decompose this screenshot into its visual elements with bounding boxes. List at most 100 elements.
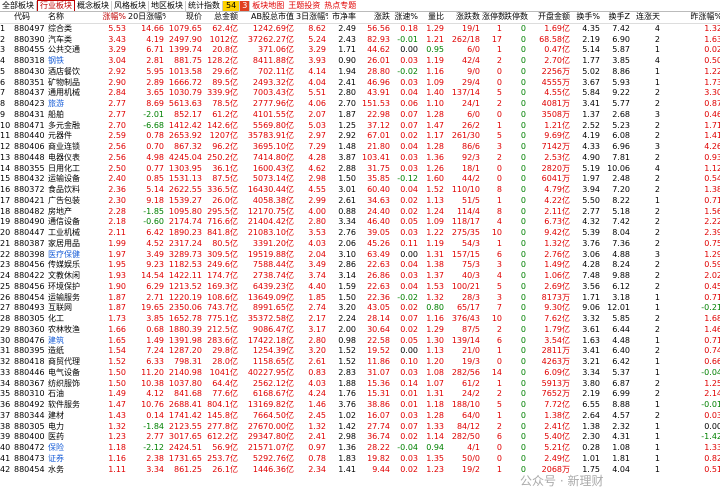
- table-row[interactable]: 1 880497 综合类 5.53 14.66 1079.65 62.4亿 1242.69亿 8…: [0, 23, 720, 34]
- table-row[interactable]: 9 880431 船舶 2.77 -2.01 852.17 61.2亿 4101.55亿 2.0…: [0, 110, 720, 121]
- column-header-1[interactable]: 代码: [14, 12, 48, 24]
- tab-concept-boards[interactable]: 概念板块: [75, 0, 112, 11]
- table-row[interactable]: 6 880351 矿物制品 2.90 2.89 1666.72 89.5亿 2493.32亿 4…: [0, 78, 720, 89]
- table-row[interactable]: 21 880387 家居用品 1.99 4.52 2317.24 80.5亿 3391.20亿…: [0, 239, 720, 250]
- column-header-14[interactable]: 涨停数: [482, 12, 504, 24]
- cell-13: 92/3: [462, 152, 480, 162]
- column-header-12[interactable]: 量比: [420, 12, 446, 24]
- table-row[interactable]: 8 880423 旅游 2.77 8.69 5613.63 78.5亿 2777.96亿 4.0…: [0, 99, 720, 110]
- cell-4: -6.68: [143, 120, 164, 130]
- tab-industry-boards[interactable]: 行业板块: [37, 0, 75, 11]
- tab-region-boards[interactable]: 地区板块: [149, 0, 186, 11]
- cell-0: 32: [0, 357, 11, 366]
- table-row[interactable]: 12 880406 商业连锁 2.56 0.70 867.32 96.2亿 3695.10亿 7…: [0, 142, 720, 153]
- table-row[interactable]: 16 880372 食品饮料 2.36 5.14 2622.55 336.5亿 16430.4…: [0, 185, 720, 196]
- table-row[interactable]: 40 880472 保险 1.18 -2.12 2424.51 56.9亿 21571.07亿…: [0, 443, 720, 454]
- table-row[interactable]: 37 880344 建材 1.43 0.14 1741.42 145.8亿 7664.50亿 2…: [0, 411, 720, 422]
- table-row[interactable]: 34 880367 纺织服饰 1.50 10.38 1037.80 64.4亿 2562.12…: [0, 379, 720, 390]
- table-row[interactable]: 11 880440 元器件 2.59 0.78 2653.92 1207亿 35783.91亿…: [0, 131, 720, 142]
- cell-18: 4.57: [612, 410, 630, 420]
- table-row[interactable]: 23 880456 传媒娱乐 1.95 9.23 1182.53 249.6亿 7588.44…: [0, 260, 720, 271]
- column-header-5[interactable]: 现价: [166, 12, 204, 24]
- column-header-19[interactable]: 连涨天: [632, 12, 662, 24]
- cell-6: 277.8亿: [207, 421, 238, 431]
- table-row[interactable]: 15 880432 运输设备 2.40 0.85 1531.13 87.5亿 5073.14亿…: [0, 174, 720, 185]
- column-header-4[interactable]: 20日涨幅%: [128, 12, 166, 24]
- cell-18: 5.77: [612, 99, 630, 108]
- table-row[interactable]: 27 880493 互联网 1.87 19.65 2350.06 743.7亿 8991.65…: [0, 303, 720, 314]
- tab-stat-index[interactable]: 统计指数: [186, 0, 223, 11]
- tab-board-map[interactable]: 板块地图: [250, 1, 286, 11]
- cell-10: 22.98: [367, 109, 390, 119]
- cell-8: 4.24: [308, 389, 326, 399]
- column-header-13[interactable]: 涨跌数: [446, 12, 482, 24]
- cell-15: 0: [520, 303, 526, 313]
- cell-6: 29.6亿: [212, 66, 238, 76]
- column-header-16[interactable]: 开盘金额: [528, 12, 572, 24]
- table-row[interactable]: 24 880422 文教休闲 1.93 14.54 1422.11 174.7亿 2738.7…: [0, 271, 720, 282]
- table-row[interactable]: 22 880398 医疗保健 1.97 3.49 3289.73 309.5亿 19519.8…: [0, 250, 720, 261]
- table-row[interactable]: 20 880447 工业机械 2.11 6.42 1890.23 841.8亿 21083.1…: [0, 228, 720, 239]
- cell-15: 0: [520, 66, 526, 76]
- table-row[interactable]: 5 880430 酒店餐饮 2.92 5.95 1013.58 29.6亿 702.11亿 4.…: [0, 67, 720, 78]
- table-row[interactable]: 42 880454 水务 1.11 3.34 861.25 26.1亿 1446.36亿 2.3…: [0, 465, 720, 476]
- table-row[interactable]: 35 880310 石油 1.49 4.12 841.68 77.6亿 6168.67亿 4.2…: [0, 389, 720, 400]
- cell-2: 医药: [48, 432, 64, 442]
- table-row[interactable]: 38 880305 电力 1.32 -1.84 2123.55 277.8亿 27670.00…: [0, 422, 720, 433]
- table-row[interactable]: 28 880305 化工 1.73 3.85 1652.78 775.1亿 35372.58亿…: [0, 314, 720, 325]
- column-header-7[interactable]: AB股总市值: [240, 12, 296, 24]
- table-row[interactable]: 31 880395 造纸 1.54 7.24 1287.20 29.8亿 1254.39亿 3.…: [0, 346, 720, 357]
- cell-2: 通用机械: [48, 88, 80, 98]
- column-header-18[interactable]: 换手Z: [602, 12, 632, 24]
- cell-19: 2: [654, 152, 660, 162]
- cell-6: 339.9亿: [207, 88, 238, 98]
- cell-18: 7.36: [612, 238, 630, 248]
- column-header-11[interactable]: 涨速%: [392, 12, 420, 24]
- table-row[interactable]: 3 880455 公共交通 3.29 6.71 1399.74 20.8亿 371.06亿 3.…: [0, 45, 720, 56]
- column-header-6[interactable]: 总金额: [204, 12, 240, 24]
- cell-19: 1: [654, 367, 660, 377]
- table-row[interactable]: 13 880448 电器仪表 2.56 4.98 4245.04 250.2亿 7414.80…: [0, 153, 720, 164]
- table-row[interactable]: 10 880471 多元金融 2.70 -6.68 1412.42 142.6亿 5569.8…: [0, 121, 720, 132]
- table-row[interactable]: 33 880446 电气设备 1.50 11.20 2140.98 1041亿 40227.9…: [0, 368, 720, 379]
- column-header-17[interactable]: 换手%: [572, 12, 602, 24]
- table-row[interactable]: 36 880492 软件服务 1.47 10.76 2688.41 804.1亿 13169.…: [0, 400, 720, 411]
- column-header-15[interactable]: 跌停数: [504, 12, 528, 24]
- tab-count-badge[interactable]: 54: [223, 0, 241, 11]
- column-header-9[interactable]: 市净率: [328, 12, 358, 24]
- table-row[interactable]: 30 880476 建筑 1.65 1.49 1391.98 283.6亿 17422.18亿…: [0, 336, 720, 347]
- cell-7: 21083.10亿: [247, 228, 294, 237]
- cell-14: 0: [496, 66, 502, 76]
- table-row[interactable]: 32 880418 商贸代理 1.52 6.33 798.31 28.0亿 1158.65亿 2…: [0, 357, 720, 368]
- table-row[interactable]: 41 880473 证券 1.16 2.38 1731.65 253.7亿 5292.76亿 0…: [0, 454, 720, 465]
- column-header-20[interactable]: 昨涨幅%: [662, 12, 720, 24]
- tab-theme-invest[interactable]: 王题投资: [286, 1, 322, 11]
- tab-all-boards[interactable]: 全部板块: [0, 0, 37, 11]
- cell-6: 26.0亿: [212, 195, 238, 205]
- tab-count-badge-2[interactable]: 3: [240, 0, 251, 11]
- table-row[interactable]: 4 880318 钢铁 3.04 2.81 881.75 128.2亿 8411.88亿 3.9…: [0, 56, 720, 67]
- tab-style-boards[interactable]: 风格板块: [112, 0, 149, 11]
- cell-0: 2: [0, 34, 6, 44]
- table-row[interactable]: 14 880355 日用化工 2.50 0.77 1303.95 36.1亿 1600.43亿…: [0, 164, 720, 175]
- table-row[interactable]: 39 880400 医药 1.23 2.77 3017.65 612.2亿 29347.80亿…: [0, 432, 720, 443]
- table-row[interactable]: 18 880482 房地产 2.28 -1.85 1095.80 295.5亿 12170.7…: [0, 207, 720, 218]
- column-header-3[interactable]: 涨幅%: [100, 12, 128, 24]
- column-header-0[interactable]: [0, 12, 14, 24]
- table-row[interactable]: 25 880456 环境保护 1.90 6.29 1213.52 169.3亿 6439.23…: [0, 282, 720, 293]
- table-row[interactable]: 17 880421 广告包装 2.30 9.18 1539.27 26.0亿 4058.38亿…: [0, 196, 720, 207]
- column-header-10[interactable]: 涨跌: [358, 12, 392, 24]
- cell-16: 2.76亿: [544, 249, 570, 259]
- column-header-2[interactable]: 名称: [48, 12, 100, 24]
- cell-1: 880367: [14, 378, 45, 388]
- column-header-8[interactable]: 3日涨幅%: [296, 12, 328, 24]
- table-row[interactable]: 26 880454 运输服务 1.87 2.71 1220.19 108.6亿 13649.0…: [0, 293, 720, 304]
- cell-2: 旅游: [48, 99, 64, 108]
- cell-7: 13169.82亿: [247, 400, 294, 409]
- tab-hot-topics[interactable]: 热点专题: [322, 1, 358, 11]
- table-row[interactable]: 2 880390 汽车类 3.43 4.19 2497.90 1012亿 37262.27亿 5…: [0, 35, 720, 46]
- table-row[interactable]: 19 880490 通信设备 2.18 -0.60 2174.74 716.6亿 21404.…: [0, 217, 720, 228]
- cell-13: 86/6: [462, 142, 480, 151]
- table-row[interactable]: 29 880360 农林牧渔 1.66 0.68 1880.39 212.5亿 9086.47…: [0, 325, 720, 336]
- table-row[interactable]: 7 880437 通用机械 2.84 3.65 1030.79 339.9亿 7003.43亿…: [0, 88, 720, 99]
